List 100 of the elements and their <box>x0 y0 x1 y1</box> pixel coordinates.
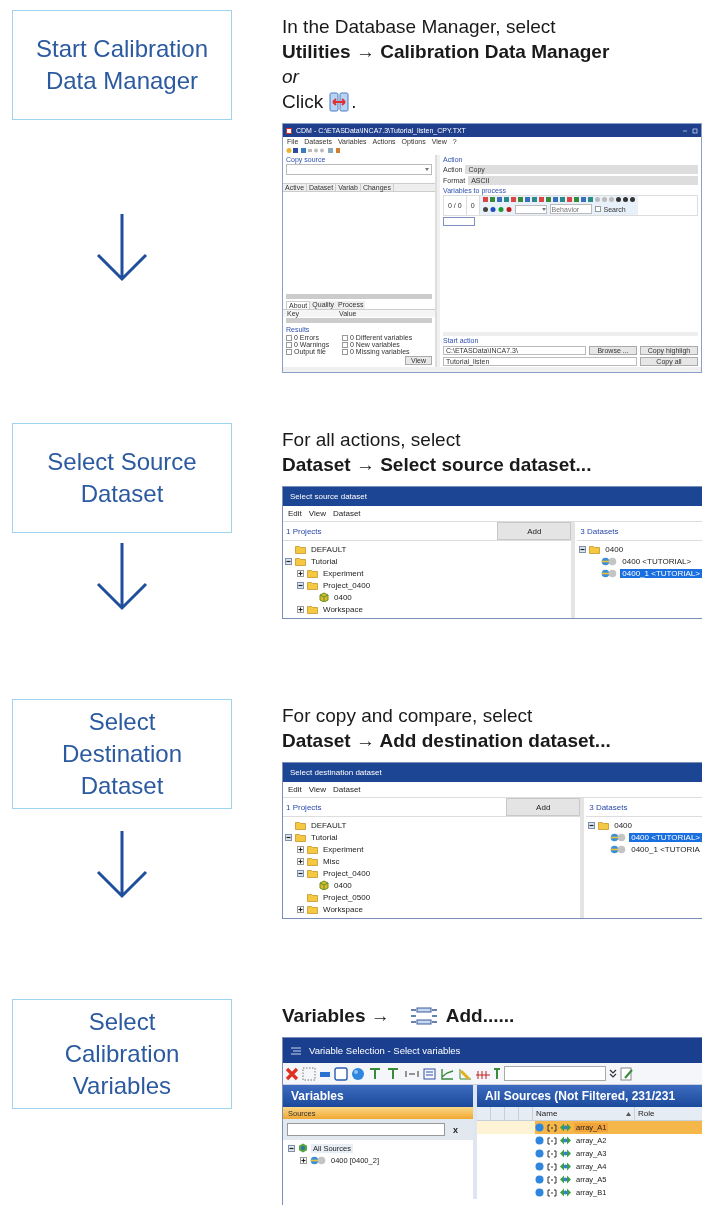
tree-item[interactable]: 0400 <TUTORIAL> <box>629 832 702 842</box>
menu-item[interactable]: View <box>308 785 326 794</box>
bracket-icon <box>547 1123 557 1132</box>
instruction-text: Dataset → Add destination dataset... <box>282 729 612 753</box>
tree-item[interactable]: 0400 <box>603 544 626 554</box>
toolbar-field[interactable] <box>504 1066 606 1081</box>
add-button[interactable]: Add <box>506 798 581 816</box>
tree-item[interactable]: Tutorial <box>309 832 340 842</box>
checkbox[interactable] <box>286 334 292 341</box>
menu-item[interactable]: Dataset <box>333 509 361 518</box>
collapse-icon[interactable] <box>588 821 596 829</box>
square-icon[interactable] <box>334 1066 348 1081</box>
menu-item[interactable]: View <box>308 509 326 518</box>
panel-title: Variables <box>283 1085 473 1107</box>
bracket-icon <box>547 1188 557 1197</box>
panel-title: 1 Projects <box>285 526 323 536</box>
tree-item[interactable]: Tutorial <box>309 556 340 566</box>
folder-icon <box>307 580 318 590</box>
bracket-icon <box>547 1162 557 1171</box>
add-button[interactable]: Add <box>497 522 572 540</box>
cube-icon <box>319 592 329 602</box>
arrows-icon <box>560 1136 571 1145</box>
checkbox[interactable] <box>342 334 348 341</box>
double-chevron-icon[interactable] <box>609 1068 617 1079</box>
tree-item[interactable]: Project_0400 <box>321 868 373 878</box>
tree-item[interactable]: Workspace <box>321 904 365 914</box>
tree-item[interactable]: Project_0500 <box>321 892 373 902</box>
menu-item[interactable]: Edit <box>288 785 302 794</box>
tree-item[interactable]: DEFAULT <box>309 820 349 830</box>
sphere-icon[interactable] <box>351 1066 365 1081</box>
expand-icon[interactable] <box>297 605 304 613</box>
expand-icon[interactable] <box>297 857 304 865</box>
scrollbar[interactable] <box>286 318 432 323</box>
color-dots-drawing <box>482 206 512 212</box>
checkbox[interactable] <box>286 348 292 355</box>
tree-item[interactable]: Workspace <box>321 604 365 614</box>
menu-item[interactable]: Dataset <box>333 785 361 794</box>
collapse-icon[interactable] <box>297 581 304 589</box>
tree-item[interactable]: Experiment <box>321 844 366 854</box>
collapse-icon[interactable] <box>285 833 292 841</box>
split-window-icon <box>329 91 350 112</box>
step-title: Select Source Dataset <box>12 423 232 533</box>
tree-item[interactable]: 0400 <TUTORIAL> <box>620 556 694 566</box>
window-title: Select destination dataset <box>290 768 382 777</box>
column-header[interactable]: Name <box>536 1109 558 1118</box>
tree-item[interactable]: 0400 <box>612 820 634 830</box>
checkbox[interactable] <box>594 206 601 212</box>
tree-item[interactable]: 0400_1 <TUTORIAL> <box>620 568 702 578</box>
collapse-icon[interactable] <box>579 545 587 553</box>
instruction-text: Click <box>282 90 324 114</box>
delete-icon[interactable] <box>285 1066 299 1081</box>
arrows-icon <box>560 1175 571 1184</box>
checkbox[interactable] <box>342 341 348 348</box>
clear-button[interactable]: x <box>453 1124 458 1135</box>
tree-item[interactable]: Experiment <box>321 568 366 578</box>
tree-item[interactable]: Project_0400 <box>321 580 373 590</box>
collapse-icon[interactable] <box>288 1144 295 1152</box>
tree-item[interactable]: 0400 <box>332 592 354 602</box>
tree-item[interactable]: 0400 <box>332 880 354 890</box>
expand-icon[interactable] <box>297 905 304 913</box>
collapse-icon[interactable] <box>297 869 304 877</box>
sort-arrow-icon[interactable] <box>626 1111 631 1116</box>
folder-icon <box>598 820 610 830</box>
folder-icon <box>307 856 318 866</box>
checkbox[interactable] <box>286 341 292 348</box>
folder-icon <box>295 556 306 566</box>
expand-icon[interactable] <box>297 845 304 853</box>
edit-icon[interactable] <box>620 1066 634 1081</box>
folder-icon <box>307 568 318 578</box>
list-add-icon <box>409 1006 438 1025</box>
app-icon <box>286 127 292 134</box>
expand-icon[interactable] <box>297 569 304 577</box>
instruction-text: For copy and compare, select <box>282 704 534 728</box>
collapse-icon[interactable] <box>285 557 292 565</box>
tree-item[interactable]: 0400_1 <TUTORIA <box>629 844 702 854</box>
cube-icon <box>319 880 329 890</box>
filter-field[interactable] <box>287 1123 445 1136</box>
caret-icon <box>541 207 546 211</box>
caret-icon <box>425 168 429 171</box>
scrollbar[interactable] <box>286 294 432 299</box>
folder-icon <box>307 604 318 614</box>
arrows-icon <box>560 1162 571 1171</box>
dataset-icon <box>610 844 627 854</box>
checkbox[interactable] <box>342 348 348 355</box>
menu-item[interactable]: Edit <box>288 509 302 518</box>
down-arrow-icon <box>94 541 150 611</box>
arrows-icon <box>560 1149 571 1158</box>
dataset-icon <box>601 568 618 578</box>
folder-icon <box>307 868 318 878</box>
tree-item[interactable]: Misc <box>321 856 342 866</box>
down-arrow-icon <box>94 211 150 282</box>
list-icon <box>291 1046 301 1055</box>
maximize-icon[interactable] <box>692 127 698 134</box>
panel-title: All Sources (Not Filtered, 231/231 <box>477 1085 702 1107</box>
tree-item[interactable]: DEFAULT <box>309 544 349 554</box>
input-field[interactable] <box>443 217 475 226</box>
expand-icon[interactable] <box>300 1156 307 1164</box>
column-header[interactable]: Role <box>635 1109 658 1118</box>
folder-icon <box>589 544 601 554</box>
minimize-icon[interactable] <box>682 127 688 134</box>
